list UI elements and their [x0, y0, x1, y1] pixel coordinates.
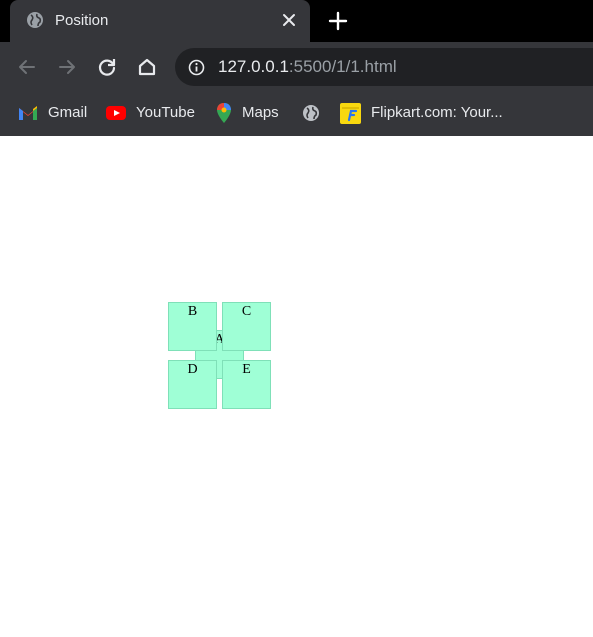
box-b: B [168, 302, 217, 351]
bookmark-maps[interactable]: Maps [216, 102, 279, 124]
tab-active[interactable]: Position [10, 0, 310, 42]
box-c: C [222, 302, 271, 351]
page-viewport: A B C D E [0, 136, 593, 637]
url-path: :5500/1/1.html [288, 57, 397, 76]
forward-arrow-icon[interactable] [56, 56, 78, 78]
info-icon[interactable] [188, 59, 205, 76]
bookmark-gmail[interactable]: Gmail [18, 102, 87, 124]
back-arrow-icon[interactable] [16, 56, 38, 78]
close-icon[interactable] [281, 12, 297, 28]
box-e: E [222, 360, 271, 409]
bookmark-label: YouTube [136, 104, 195, 121]
bookmark-label: Gmail [48, 104, 88, 121]
new-tab-plus-icon[interactable] [327, 10, 349, 32]
address-url[interactable]: 127.0.0.1:5500/1/1.html [218, 57, 397, 77]
bookmark-label: Maps [242, 104, 279, 121]
home-icon[interactable] [136, 56, 158, 78]
tab-strip: Position [0, 0, 593, 42]
bookmarks-bar: Gmail YouTube Maps Flipkart.com: Your... [0, 90, 593, 136]
flipkart-icon [340, 102, 361, 124]
browser-toolbar: 127.0.0.1:5500/1/1.html [0, 42, 593, 90]
youtube-icon [106, 106, 126, 120]
bookmark-flipkart[interactable]: Flipkart.com: Your... [340, 102, 503, 124]
bookmark-youtube[interactable]: YouTube [106, 102, 195, 124]
bookmark-globe[interactable] [302, 102, 330, 124]
reload-icon[interactable] [96, 56, 118, 78]
tab-title: Position [55, 12, 109, 29]
maps-icon [217, 103, 231, 123]
url-host: 127.0.0.1 [218, 57, 289, 76]
globe-icon [27, 12, 43, 28]
address-bar[interactable]: 127.0.0.1:5500/1/1.html [175, 48, 593, 86]
box-d: D [168, 360, 217, 409]
globe-icon [303, 105, 319, 121]
bookmark-label: Flipkart.com: Your... [371, 104, 503, 121]
gmail-icon [19, 106, 37, 120]
